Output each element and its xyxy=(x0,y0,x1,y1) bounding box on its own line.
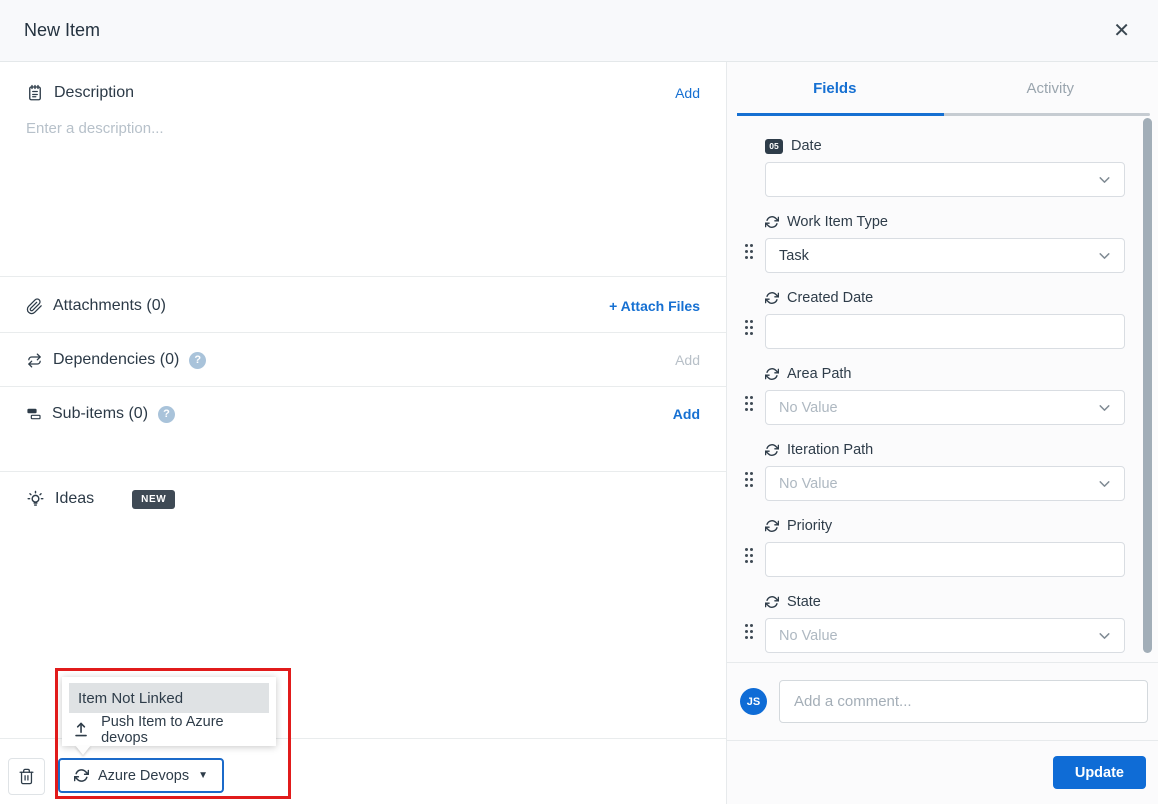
sync-icon xyxy=(765,215,779,229)
field-label-state: State xyxy=(765,592,1125,612)
help-icon[interactable]: ? xyxy=(189,351,207,369)
push-item-label: Push Item to Azure devops xyxy=(101,713,224,746)
azure-devops-menu: Item Not Linked Push Item to Azure devop… xyxy=(62,677,276,746)
subitems-section-header: Sub-items (0) ? Add xyxy=(26,399,700,429)
attachments-section-header: Attachments (0) + Attach Files xyxy=(26,291,700,321)
lightbulb-icon xyxy=(27,490,44,506)
field-label-priority: Priority xyxy=(765,516,1125,536)
dependencies-label: Dependencies (0) xyxy=(53,351,180,368)
description-placeholder[interactable]: Enter a description... xyxy=(26,120,164,137)
field-input-work-item-type[interactable]: Task xyxy=(765,238,1125,273)
fields-list: 05 Date Work Item Type Task Created Date Area… xyxy=(727,115,1158,662)
field-input-created-date[interactable] xyxy=(765,314,1125,349)
subitems-label: Sub-items (0) xyxy=(52,405,149,422)
tab-bar: Fields Activity xyxy=(727,62,1158,115)
drag-handle[interactable] xyxy=(745,396,748,399)
dependencies-section-header: Dependencies (0) ? Add xyxy=(26,345,700,375)
comment-section: JS xyxy=(727,662,1158,740)
stacked-items-icon xyxy=(27,408,41,420)
field-state: State No Value xyxy=(745,592,1125,653)
field-input-iteration-path[interactable]: No Value xyxy=(765,466,1125,501)
drag-handle[interactable] xyxy=(745,320,748,323)
dependencies-add-button[interactable]: Add xyxy=(675,352,700,368)
detail-panel: Description Add Enter a description... A… xyxy=(0,62,727,804)
sync-icon xyxy=(74,769,89,782)
calendar-date-icon: 05 xyxy=(765,138,783,154)
modal-footer: Update xyxy=(727,740,1158,804)
field-input-priority[interactable] xyxy=(765,542,1125,577)
attachments-label: Attachments (0) xyxy=(53,297,166,314)
sync-icon xyxy=(765,367,779,381)
upload-icon xyxy=(75,722,87,737)
field-iteration-path: Iteration Path No Value xyxy=(745,440,1125,501)
divider xyxy=(0,471,726,472)
tab-fields[interactable]: Fields xyxy=(727,62,943,115)
divider xyxy=(0,276,726,277)
update-button[interactable]: Update xyxy=(1052,756,1146,789)
fields-panel: Fields Activity 05 Date Work Item Type Task… xyxy=(727,62,1158,804)
drag-handle[interactable] xyxy=(745,548,748,551)
push-item-menu-item[interactable]: Push Item to Azure devops xyxy=(62,713,276,746)
sync-icon xyxy=(765,291,779,305)
page-title: New Item xyxy=(24,20,101,40)
divider xyxy=(0,386,726,387)
field-created-date: Created Date xyxy=(745,288,1125,349)
swap-arrows-icon xyxy=(28,352,41,368)
sync-icon xyxy=(765,595,779,609)
caret-down-icon: ▼ xyxy=(198,770,208,781)
subitems-add-button[interactable]: Add xyxy=(673,406,700,422)
azure-devops-button[interactable]: Azure Devops ▼ xyxy=(58,758,224,793)
field-input-area-path[interactable]: No Value xyxy=(765,390,1125,425)
tab-activity[interactable]: Activity xyxy=(943,62,1158,115)
field-label-iteration-path: Iteration Path xyxy=(765,440,1125,460)
scrollbar-thumb[interactable] xyxy=(1143,118,1152,653)
help-icon[interactable]: ? xyxy=(158,405,176,423)
azure-devops-button-label: Azure Devops xyxy=(98,767,190,784)
field-label-area-path: Area Path xyxy=(765,364,1125,384)
menu-pointer xyxy=(75,745,91,755)
field-label-date: 05 Date xyxy=(765,136,1125,156)
trash-icon xyxy=(19,768,34,785)
drag-handle[interactable] xyxy=(745,244,748,247)
field-work-item-type: Work Item Type Task xyxy=(745,212,1125,273)
modal-header: New Item ✕ xyxy=(0,0,1158,62)
sync-icon xyxy=(765,443,779,457)
field-input-date[interactable] xyxy=(765,162,1125,197)
attach-files-button[interactable]: + Attach Files xyxy=(609,298,700,314)
field-date: 05 Date xyxy=(765,136,1125,197)
field-area-path: Area Path No Value xyxy=(745,364,1125,425)
notepad-icon xyxy=(29,84,41,101)
field-priority: Priority xyxy=(745,516,1125,577)
field-label-created-date: Created Date xyxy=(765,288,1125,308)
new-badge: NEW xyxy=(132,489,176,509)
paperclip-icon xyxy=(26,297,42,314)
close-icon[interactable]: ✕ xyxy=(1109,17,1134,45)
comment-input[interactable] xyxy=(779,680,1148,723)
sync-icon xyxy=(765,519,779,533)
description-label: Description xyxy=(54,84,135,101)
ideas-section-header: Ideas NEW xyxy=(26,484,700,514)
field-label-work-item-type: Work Item Type xyxy=(765,212,1125,232)
description-add-button[interactable]: Add xyxy=(675,85,700,101)
drag-handle[interactable] xyxy=(745,624,748,627)
ideas-label: Ideas xyxy=(55,490,95,507)
description-section-header: Description Add xyxy=(26,78,700,108)
avatar: JS xyxy=(740,688,767,715)
divider xyxy=(0,332,726,333)
field-input-state[interactable]: No Value xyxy=(765,618,1125,653)
drag-handle[interactable] xyxy=(745,472,748,475)
link-status-label: Item Not Linked xyxy=(69,683,269,713)
delete-item-button[interactable] xyxy=(8,758,45,795)
